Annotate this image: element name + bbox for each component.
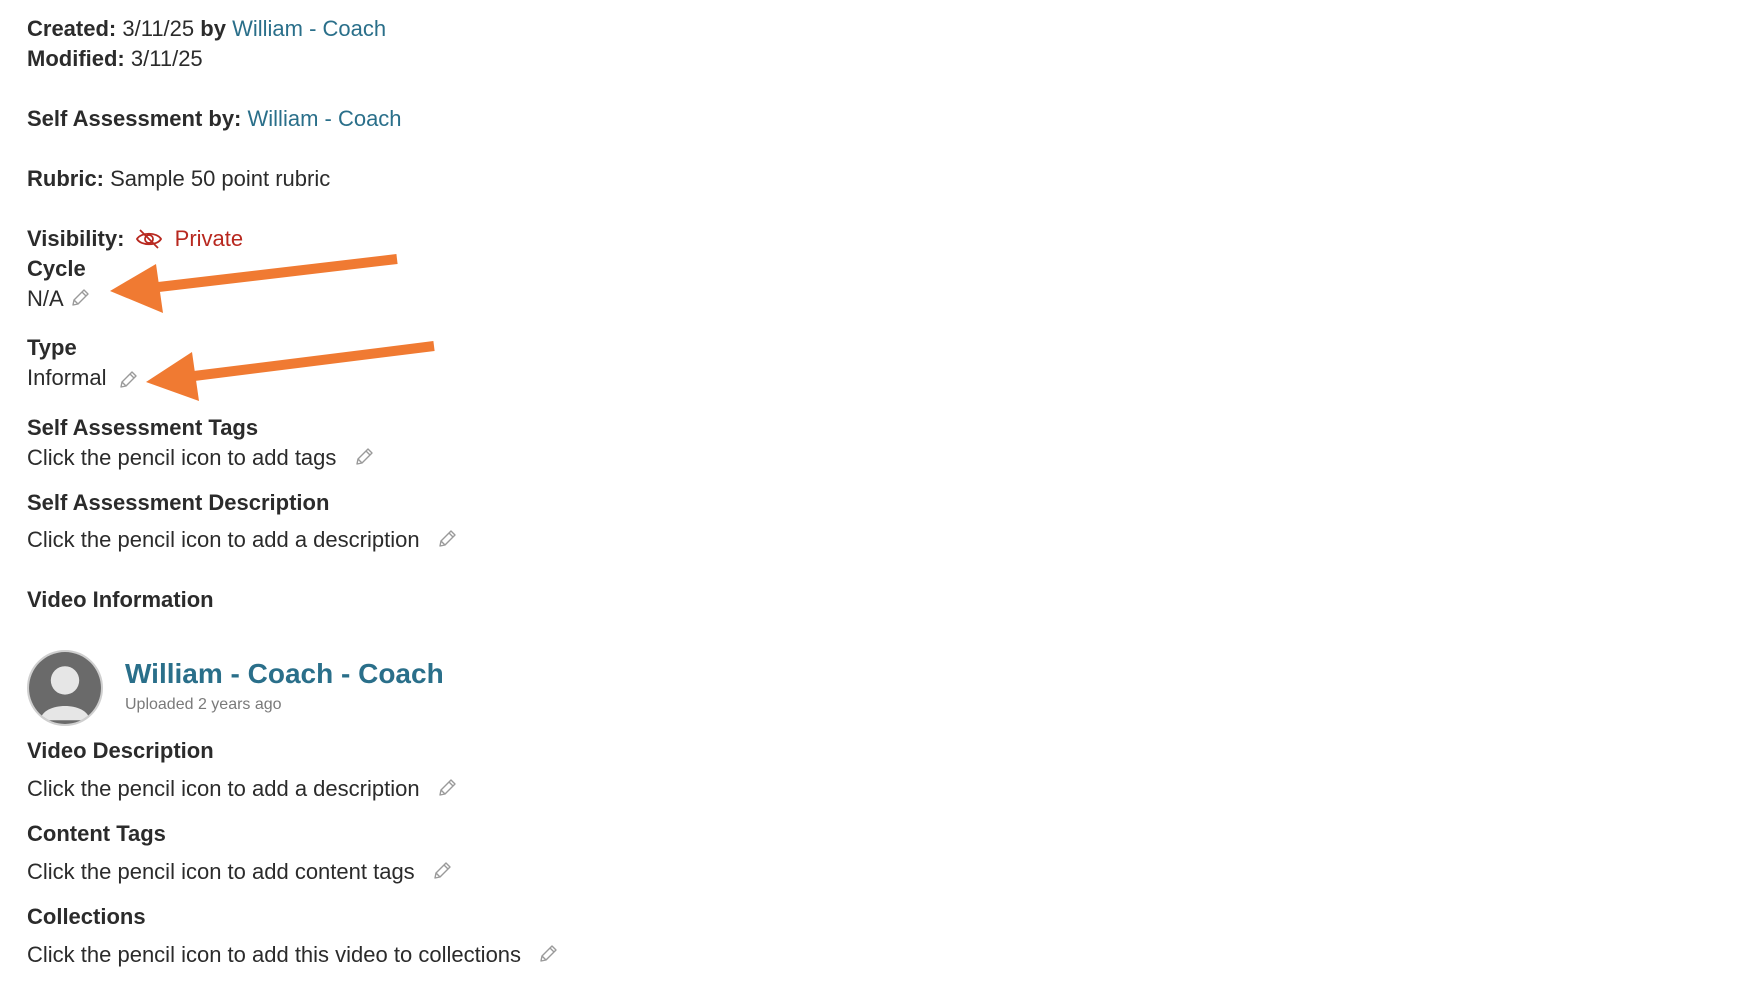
arrow-to-cycle-icon: [110, 254, 398, 313]
eye-slash-icon: [135, 228, 163, 250]
edit-tags-pencil-icon[interactable]: [353, 446, 375, 468]
content-tags-label: Content Tags: [27, 821, 166, 846]
visibility-label: Visibility:: [27, 226, 125, 251]
collections-row: Click the pencil icon to add this video …: [27, 940, 559, 970]
self-assessment-tags-value: Click the pencil icon to add tags: [27, 445, 337, 470]
self-assessment-description-row: Click the pencil icon to add a descripti…: [27, 525, 458, 555]
edit-type-pencil-icon[interactable]: [117, 369, 139, 391]
visibility-row: Visibility: Private: [27, 224, 243, 254]
edit-cycle-pencil-icon[interactable]: [69, 287, 91, 309]
self-assessment-description-label: Self Assessment Description: [27, 490, 330, 515]
modified-label: Modified:: [27, 46, 125, 71]
rubric-label: Rubric:: [27, 166, 104, 191]
cycle-value: N/A: [27, 286, 63, 311]
self-assessment-tags-label: Self Assessment Tags: [27, 415, 259, 440]
video-author-link[interactable]: William - Coach - Coach: [125, 656, 444, 692]
content-tags-value: Click the pencil icon to add content tag…: [27, 859, 415, 884]
video-information-heading: Video Information: [27, 587, 214, 612]
rubric-row: Rubric: Sample 50 point rubric: [27, 164, 330, 194]
collections-value: Click the pencil icon to add this video …: [27, 942, 522, 967]
collections-label: Collections: [27, 904, 146, 929]
video-description-label: Video Description: [27, 738, 214, 763]
created-label: Created:: [27, 16, 117, 41]
video-description-row: Click the pencil icon to add a descripti…: [27, 774, 458, 804]
type-label: Type: [27, 335, 77, 360]
type-value: Informal: [27, 365, 107, 390]
created-by-label: by: [200, 16, 226, 41]
video-description-value: Click the pencil icon to add a descripti…: [27, 776, 420, 801]
video-uploaded-time: Uploaded 2 years ago: [125, 696, 282, 713]
edit-self-description-pencil-icon[interactable]: [436, 528, 458, 550]
created-author-link[interactable]: William - Coach: [232, 16, 386, 41]
cycle-row: N/A: [27, 284, 91, 314]
self-assessment-by-row: Self Assessment by: William - Coach: [27, 104, 402, 134]
rubric-value: Sample 50 point rubric: [110, 166, 331, 191]
edit-content-tags-pencil-icon[interactable]: [431, 860, 453, 882]
type-row: Informal: [27, 363, 139, 393]
self-assessment-tags-row: Click the pencil icon to add tags: [27, 443, 375, 473]
created-row: Created: 3/11/25 by William - Coach: [27, 14, 386, 44]
visibility-value: Private: [174, 226, 244, 251]
avatar: [27, 650, 103, 726]
self-assessment-description-value: Click the pencil icon to add a descripti…: [27, 527, 420, 552]
edit-video-description-pencil-icon[interactable]: [436, 777, 458, 799]
modified-row: Modified: 3/11/25: [27, 44, 203, 74]
arrow-to-type-icon: [146, 341, 435, 401]
modified-date: 3/11/25: [130, 46, 203, 71]
user-avatar-icon: [29, 652, 101, 724]
edit-collections-pencil-icon[interactable]: [537, 943, 559, 965]
self-assessment-author-link[interactable]: William - Coach: [248, 106, 402, 131]
cycle-label: Cycle: [27, 256, 86, 281]
content-tags-row: Click the pencil icon to add content tag…: [27, 857, 453, 887]
created-date: 3/11/25: [122, 16, 195, 41]
self-assessment-by-label: Self Assessment by:: [27, 106, 242, 131]
